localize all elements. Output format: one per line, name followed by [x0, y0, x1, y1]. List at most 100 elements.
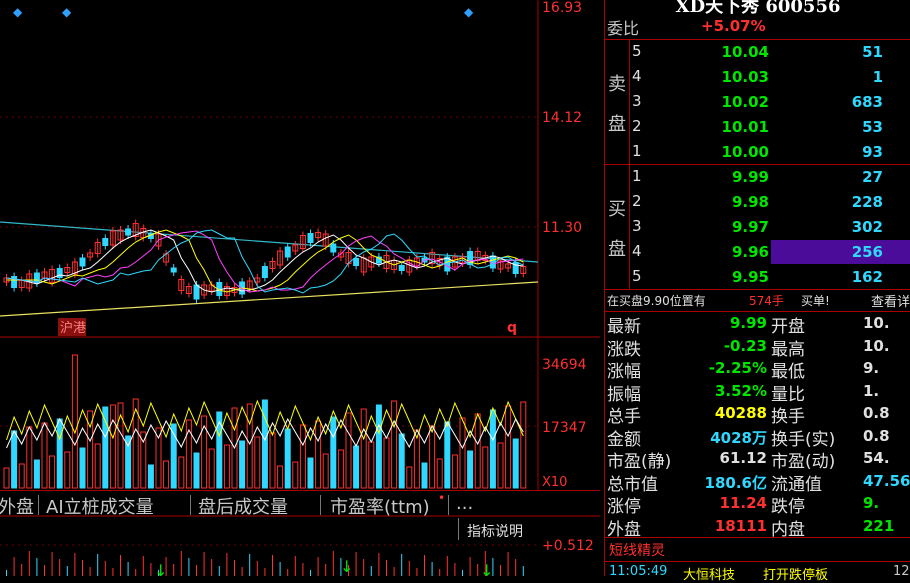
quote-label: 跌停: [771, 497, 805, 517]
buy-level-number: 1: [632, 167, 642, 185]
sell-level-number: 1: [632, 142, 642, 160]
volume-bar: [56, 418, 63, 489]
buy-price: 9.97: [731, 218, 769, 236]
sell-level-row[interactable]: 3 10.02 683: [605, 90, 910, 115]
quote-value: 18111: [714, 516, 767, 535]
volume-bar: [482, 446, 489, 489]
diamond-marker-icon: ◆: [464, 5, 474, 19]
quote-label: 内盘: [771, 519, 805, 540]
sprite-event-row[interactable]: 11:05:49 大恒科技 打开跌停板 12: [605, 563, 910, 583]
sell-price: 10.00: [721, 143, 769, 161]
volume-bar: [140, 431, 147, 489]
volume-bar: [474, 413, 481, 489]
volume-bar: [254, 436, 261, 489]
quote-label: 最低: [771, 362, 805, 382]
tab-after-hours-volume[interactable]: 盘后成交量: [198, 493, 288, 519]
macd-axis-label: +0.512: [542, 538, 594, 554]
sell-volume: 51: [862, 43, 883, 61]
quote-label: 流通值: [771, 474, 822, 495]
buy-volume: 162: [851, 268, 883, 286]
volume-bar: [459, 417, 466, 489]
quote-value: 0.8: [863, 426, 890, 445]
notice-view-link[interactable]: 查看详: [871, 291, 910, 310]
sell-level-row[interactable]: 2 10.01 53: [605, 115, 910, 140]
tab-alert-dot: •: [438, 491, 446, 505]
buy-level-row[interactable]: 4 9.96 256: [605, 240, 910, 265]
quote-value: 9.: [863, 359, 880, 377]
commission-label: 委比: [607, 19, 640, 38]
quote-label: 金额: [607, 429, 641, 450]
commission-row: 委比 +5.07%: [605, 14, 910, 39]
candle-body: [193, 284, 200, 300]
volume-bar: [322, 453, 329, 489]
quote-value: 11.24: [719, 494, 767, 512]
notice-type: 买单!: [801, 294, 830, 308]
quote-row: 涨跌 -0.23 最高 10.: [605, 335, 910, 360]
volume-bar: [3, 467, 10, 489]
tab-outer-disk[interactable]: 外盘: [0, 493, 34, 519]
candle-body: [330, 243, 337, 253]
quote-row: 涨停 11.24 跌停 9.: [605, 492, 910, 517]
volume-bar: [406, 466, 413, 489]
trend-line-upper: [0, 221, 539, 263]
volume-bar: [193, 452, 200, 489]
volume-bar: [520, 401, 527, 489]
volume-bar: [497, 442, 504, 489]
indicator-help-button[interactable]: 指标说明: [458, 518, 537, 540]
quote-row: 总手 40288 换手 0.8: [605, 402, 910, 427]
sell-level-number: 4: [632, 67, 642, 85]
tab-ai-volume[interactable]: AI立桩成交量: [46, 493, 154, 519]
sell-level-number: 2: [632, 117, 642, 135]
divider: [605, 561, 910, 562]
quote-label: 换手(实): [771, 429, 836, 450]
sell-level-row[interactable]: 4 10.03 1: [605, 65, 910, 90]
quote-label: 涨跌: [607, 339, 641, 360]
quote-row: 市盈(静) 61.12 市盈(动) 54.: [605, 447, 910, 472]
volume-bar: [18, 463, 25, 489]
quote-row: 金额 4028万 换手(实) 0.8: [605, 425, 910, 450]
indicator-tab-bar: 外盘 AI立桩成交量 盘后成交量 市盈率(ttm) • ...: [0, 490, 600, 519]
notice-amount: 574手: [749, 294, 784, 308]
volume-bar: [41, 422, 48, 489]
buy-level-number: 3: [632, 217, 642, 235]
volume-bar: [451, 454, 458, 489]
volume-bar: [94, 443, 101, 489]
quote-value: 0.8: [863, 404, 890, 422]
quote-value: 180.6亿: [704, 473, 767, 492]
sell-level-number: 5: [632, 42, 642, 60]
volume-bar: [71, 354, 78, 489]
volume-bar: [467, 450, 474, 489]
sell-price: 10.01: [721, 118, 769, 136]
kline-chart-area[interactable]: ◆ ◆ ◆ 16.93 14.12 11.30 34694 17347 X10 …: [0, 0, 600, 580]
volume-bar: [102, 406, 109, 489]
quote-value: 54.: [863, 449, 890, 467]
tab-divider: [448, 495, 449, 515]
volume-bar: [444, 421, 451, 489]
big-order-notice[interactable]: 在买盘9.90位置有 574手 买单! 查看详: [605, 289, 910, 311]
volume-bar: [512, 438, 519, 489]
volume-unit-label: X10: [542, 475, 567, 490]
tab-pe-ttm[interactable]: 市盈率(ttm): [330, 493, 430, 519]
volume-bar: [216, 411, 223, 489]
buy-level-row[interactable]: 2 9.98 228: [605, 190, 910, 215]
buy-level-row[interactable]: 1 9.99 27: [605, 165, 910, 190]
volume-bar: [64, 451, 71, 489]
candle-body: [261, 266, 268, 278]
diamond-marker-icon: ◆: [62, 5, 72, 19]
sprite-header[interactable]: 短线精灵: [605, 538, 910, 562]
volume-bar: [49, 455, 56, 489]
sell-level-row[interactable]: 5 10.04 51: [605, 40, 910, 65]
buy-level-row[interactable]: 3 9.97 302: [605, 215, 910, 240]
quote-label: 最新: [607, 317, 641, 337]
quote-value: 40288: [714, 404, 767, 422]
quote-label: 涨停: [607, 497, 641, 517]
event-tag[interactable]: 沪港: [60, 320, 86, 336]
tab-more[interactable]: ...: [456, 493, 473, 514]
quote-value: 221: [863, 516, 895, 535]
volume-bar: [277, 465, 284, 489]
sell-level-row[interactable]: 1 10.00 93: [605, 140, 910, 165]
quote-label: 最高: [771, 339, 805, 360]
buy-level-row[interactable]: 5 9.95 162: [605, 265, 910, 290]
volume-bar: [292, 461, 299, 489]
commission-value: +5.07%: [701, 17, 766, 35]
